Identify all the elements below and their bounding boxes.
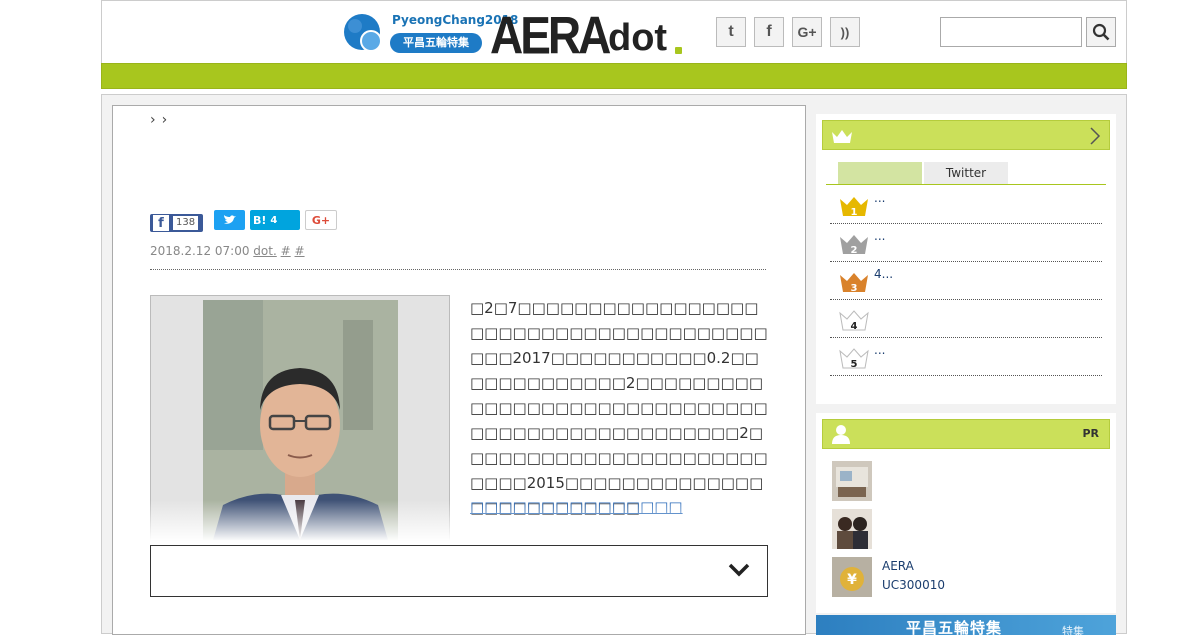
facebook-share-count: 138	[173, 216, 199, 230]
pr-label: PR	[1082, 427, 1099, 440]
ranking-item[interactable]: 2 ...	[830, 224, 1102, 262]
tag-link[interactable]: #	[295, 244, 305, 258]
crown-rank-5-icon: 5	[839, 348, 869, 370]
svg-text:1: 1	[851, 207, 858, 218]
divider	[150, 269, 766, 270]
svg-text:4: 4	[851, 321, 858, 332]
facebook-icon[interactable]: f	[754, 17, 784, 47]
pyeongchang-logo[interactable]: PyeongChang2018 平昌五輪特集	[342, 12, 518, 56]
article-date: 2018.2.12 07:00	[150, 244, 250, 258]
rss-icon[interactable]: ))	[830, 17, 860, 47]
pr-widget: PR ¥ AERA UC300010	[816, 413, 1116, 613]
pr-thumbnail[interactable]: ¥	[832, 557, 872, 597]
breadcrumb-separator: ›	[150, 112, 162, 128]
facebook-icon: f	[153, 215, 169, 231]
crown-rank-1-icon: 1	[840, 197, 868, 218]
tag-link[interactable]: #	[281, 244, 291, 258]
hatena-bookmark-button[interactable]: B! 4	[250, 210, 300, 230]
ranking-title[interactable]: ...	[874, 191, 885, 205]
crown-rank-3-icon: 3	[840, 273, 868, 294]
person-icon	[832, 425, 850, 444]
pr-header: PR	[822, 419, 1110, 449]
crown-rank-2-icon: 2	[840, 235, 868, 256]
svg-text:¥: ¥	[847, 572, 857, 588]
ranking-header[interactable]	[822, 120, 1110, 150]
banner-title: 平昌五輪特集	[906, 619, 1003, 635]
tab-twitter[interactable]: Twitter	[924, 162, 1008, 184]
pr-thumbnail[interactable]	[832, 509, 872, 549]
aera-logo[interactable]: AERA	[490, 4, 611, 66]
pyeongchang-feature-badge: 平昌五輪特集	[390, 33, 482, 53]
search-button[interactable]	[1086, 17, 1116, 47]
svg-text:5: 5	[851, 359, 858, 370]
olympic-rings-icon	[344, 14, 382, 52]
breadcrumb-separator: ›	[161, 112, 174, 128]
twitter-bird-icon	[223, 215, 236, 224]
twitter-share-button[interactable]	[214, 210, 245, 230]
twitter-icon[interactable]: t	[716, 17, 746, 47]
search-input[interactable]	[940, 17, 1082, 47]
logo-accent-dot	[675, 47, 682, 54]
ranking-item[interactable]: 1 ...	[830, 186, 1102, 224]
crown-icon	[832, 130, 852, 143]
article-meta: 2018.2.12 07:00 dot. # #	[150, 244, 305, 258]
dot-logo[interactable]: dot	[608, 17, 667, 60]
source-link[interactable]: dot.	[253, 244, 276, 258]
banner-subtitle: 特集	[1062, 625, 1084, 635]
ranking-title[interactable]: ...	[874, 343, 885, 357]
hatena-count: 4	[270, 214, 278, 226]
ranking-widget: Twitter 1 ... 2 ... 3 4... 4 5 ...	[816, 114, 1116, 404]
facebook-share-button[interactable]: f 138	[150, 214, 203, 232]
pr-thumbnail[interactable]	[832, 461, 872, 501]
tab-ranking[interactable]	[838, 162, 922, 184]
svg-text:3: 3	[851, 283, 858, 294]
global-nav-bar	[101, 63, 1127, 89]
google-plus-icon[interactable]: G+	[792, 17, 822, 47]
content-fade	[150, 500, 768, 546]
ranking-item[interactable]: 3 4...	[830, 262, 1102, 300]
pyeongchang-feature-banner[interactable]: 平昌五輪特集 特集	[816, 615, 1116, 635]
hatena-icon: B!	[253, 213, 267, 227]
chevron-down-icon	[728, 563, 750, 577]
breadcrumb: ››	[150, 112, 173, 128]
crown-rank-4-icon: 4	[839, 310, 869, 332]
ranking-title[interactable]: 4...	[874, 267, 893, 281]
search-icon	[1092, 23, 1110, 41]
tab-underline	[826, 184, 1106, 185]
google-plus-share-button[interactable]: G+	[305, 210, 337, 230]
ranking-title[interactable]: ...	[874, 229, 885, 243]
pr-item-text[interactable]: AERA UC300010	[882, 557, 945, 595]
expand-article-button[interactable]	[150, 545, 768, 597]
svg-text:2: 2	[851, 245, 858, 256]
article-body: □2□7□□□□□□□□□□□□□□□□□□□□□□□□□□□□□□□□□□□□…	[470, 299, 768, 517]
ranking-item[interactable]: 5 ...	[830, 338, 1102, 376]
chevron-right-icon[interactable]	[1089, 126, 1101, 146]
ranking-item[interactable]: 4	[830, 300, 1102, 338]
